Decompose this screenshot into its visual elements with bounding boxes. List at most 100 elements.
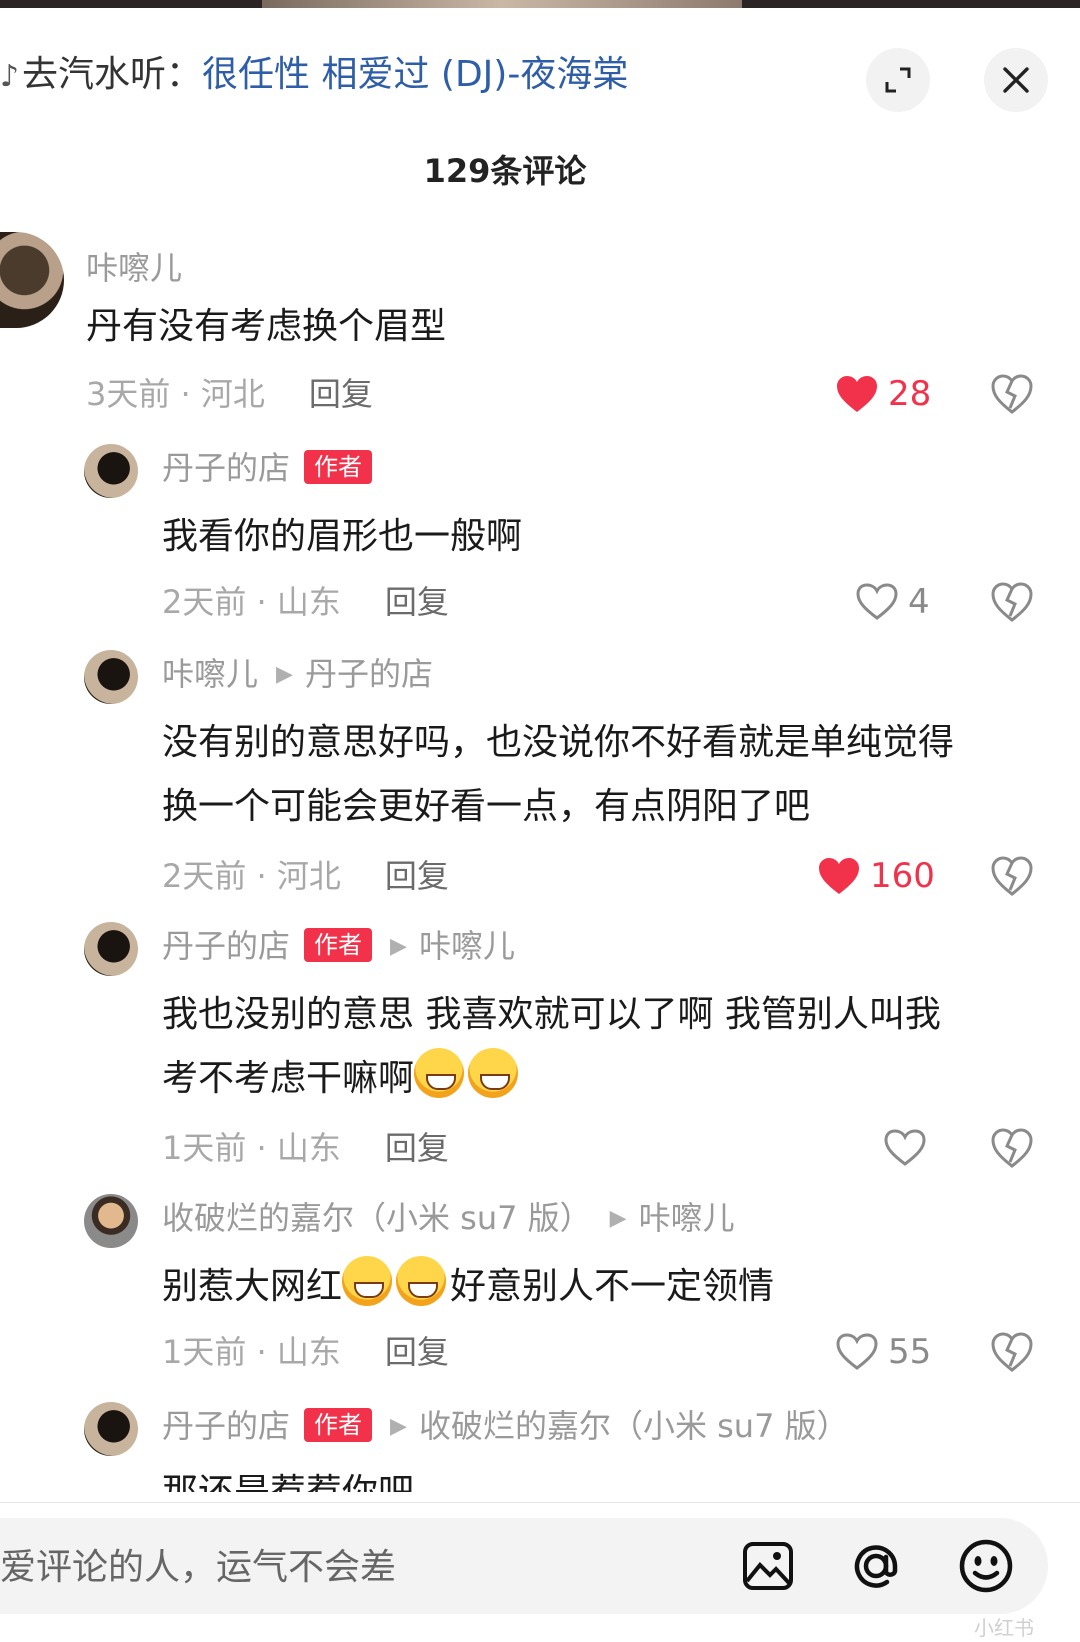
reply-arrow-icon: ▶: [609, 1206, 627, 1231]
comment-text: 丹有没有考虑换个眉型: [86, 306, 447, 347]
like-button[interactable]: 55: [836, 1330, 931, 1374]
dislike-icon[interactable]: [990, 1330, 1034, 1374]
comment-username-line: 丹子的店 作者: [162, 446, 373, 490]
music-song-title[interactable]: 很任性 相爱过 (DJ)-夜海棠: [202, 54, 628, 95]
comment-meta: 1天前 · 山东 回复: [162, 1330, 449, 1374]
comment-text: 没有别的意思好吗，也没说你不好看就是单纯觉得: [162, 722, 955, 763]
reply-button[interactable]: 回复: [309, 375, 373, 413]
heart-icon: [856, 583, 898, 620]
comment-count: 129条评论: [423, 152, 587, 190]
comment-meta: 2天前 · 山东 回复: [162, 580, 449, 624]
music-icon: ♪: [0, 59, 20, 94]
comment-time-location: 1天前 · 山东: [162, 1129, 341, 1167]
like-count: 160: [870, 856, 935, 896]
dislike-icon[interactable]: [990, 1126, 1034, 1170]
comment-header: ♪去汽水听：很任性 相爱过 (DJ)-夜海棠: [0, 38, 1080, 118]
comment-username-line: 收破烂的嘉尔（小米 su7 版） ▶ 咔嚓儿: [162, 1196, 735, 1241]
laughing-emoji-icon: [414, 1048, 465, 1098]
author-badge: 作者: [304, 928, 373, 962]
avatar[interactable]: [84, 650, 138, 704]
comment-item: 丹子的店作者 ▶ 收破烂的嘉尔（小米 su7 版） 那还是惹惹你吧: [0, 1398, 1080, 1492]
comment-meta: 2天前 · 河北 回复: [162, 854, 449, 898]
comment-text-line: 别惹大网红 好意别人不一定领情: [162, 1256, 774, 1318]
music-prefix: 去汽水听：: [22, 54, 203, 95]
comment-username[interactable]: 丹子的店: [162, 927, 290, 965]
comment-time-location: 1天前 · 山东: [162, 1333, 341, 1371]
comment-text: 那还是惹惹你吧: [162, 1462, 414, 1492]
grinning-sweat-emoji-icon: [342, 1256, 393, 1306]
image-icon: [743, 1542, 793, 1590]
watermark: 小红书: [974, 1616, 1034, 1640]
reply-arrow-icon: ▶: [390, 1414, 407, 1439]
author-badge: 作者: [304, 1408, 373, 1442]
at-icon: [854, 1545, 898, 1588]
divider: [0, 1502, 1080, 1503]
dislike-icon[interactable]: [990, 580, 1034, 624]
comment-time-location: 2天前 · 河北: [162, 857, 341, 895]
comment-time-location: 3天前 · 河北: [86, 375, 265, 413]
comment-username[interactable]: 咔嚓儿: [86, 246, 182, 290]
comment-username[interactable]: 咔嚓儿: [162, 655, 258, 693]
heart-icon: [837, 376, 877, 412]
expand-button[interactable]: [866, 48, 930, 112]
close-button[interactable]: [984, 48, 1048, 112]
dislike-icon[interactable]: [990, 372, 1034, 416]
avatar[interactable]: [0, 232, 64, 328]
image-button[interactable]: [738, 1536, 798, 1596]
comment-username-line: 咔嚓儿 ▶ 丹子的店: [162, 652, 433, 697]
reply-to-username[interactable]: 咔嚓儿: [419, 927, 515, 965]
reply-arrow-icon: ▶: [276, 662, 293, 687]
heart-icon: [836, 1333, 878, 1370]
comment-meta: 1天前 · 山东 回复: [162, 1126, 449, 1170]
like-count: 55: [888, 1332, 932, 1372]
comment-time-location: 2天前 · 山东: [162, 583, 341, 621]
comment-username[interactable]: 丹子的店: [162, 1407, 290, 1445]
avatar[interactable]: [84, 444, 138, 498]
comment-text: 好意别人不一定领情: [450, 1266, 775, 1307]
comment-input[interactable]: 爱评论的人，运气不会差: [0, 1518, 1048, 1614]
grinning-sweat-emoji-icon: [396, 1256, 447, 1306]
comment-text: 别惹大网红: [162, 1266, 343, 1307]
reply-to-username[interactable]: 收破烂的嘉尔（小米 su7 版）: [419, 1407, 849, 1445]
reply-button[interactable]: 回复: [385, 857, 449, 895]
comment-text: 考不考虑干嘛啊: [162, 1058, 415, 1099]
comment-sheet: ♪去汽水听：很任性 相爱过 (DJ)-夜海棠 129条评论 咔嚓儿 丹有没有考虑…: [0, 8, 1080, 1642]
like-button[interactable]: 28: [836, 372, 931, 416]
like-button[interactable]: 160: [818, 854, 935, 898]
like-count: 4: [908, 582, 930, 622]
like-button[interactable]: [884, 1126, 936, 1170]
author-badge: 作者: [304, 450, 373, 484]
reply-button[interactable]: 回复: [385, 583, 449, 621]
comment-text: 我看你的眉形也一般啊: [162, 516, 523, 557]
like-count: 28: [888, 374, 932, 414]
dislike-icon[interactable]: [990, 854, 1034, 898]
laughing-emoji-icon: [468, 1048, 519, 1098]
comment-username[interactable]: 收破烂的嘉尔（小米 su7 版）: [162, 1199, 592, 1237]
expand-icon: [885, 67, 911, 93]
reply-arrow-icon: ▶: [390, 934, 407, 959]
video-thumbnail: [262, 0, 742, 8]
reply-button[interactable]: 回复: [385, 1129, 449, 1167]
comment-text-line: 考不考虑干嘛啊: [162, 1048, 522, 1110]
comment-username[interactable]: 丹子的店: [162, 449, 290, 487]
comment-username-line: 丹子的店 作者 ▶ 收破烂的嘉尔（小米 su7 版）: [162, 1404, 849, 1449]
mention-button[interactable]: [846, 1536, 906, 1596]
heart-icon: [884, 1129, 926, 1166]
background-video-strip: [0, 0, 1080, 8]
emoji-button[interactable]: [956, 1536, 1016, 1596]
comment-text: 换一个可能会更好看一点，有点阴阳了吧: [162, 786, 811, 827]
comment-meta: 3天前 · 河北 回复: [86, 372, 373, 416]
avatar[interactable]: [84, 1402, 138, 1456]
comment-username-line: 丹子的店 作者 ▶ 咔嚓儿: [162, 924, 515, 969]
like-button[interactable]: 4: [856, 580, 930, 624]
avatar[interactable]: [84, 922, 138, 976]
reply-to-username[interactable]: 丹子的店: [305, 655, 433, 693]
emoji-icon: [959, 1539, 1013, 1593]
reply-button[interactable]: 回复: [385, 1333, 449, 1371]
comment-text: 我也没别的意思 我喜欢就可以了啊 我管别人叫我: [162, 994, 941, 1035]
heart-icon: [819, 858, 859, 894]
comment-input-placeholder: 爱评论的人，运气不会差: [0, 1547, 397, 1588]
reply-to-username[interactable]: 咔嚓儿: [639, 1199, 735, 1237]
music-link[interactable]: ♪去汽水听：很任性 相爱过 (DJ)-夜海棠: [0, 50, 628, 100]
avatar[interactable]: [84, 1194, 138, 1248]
